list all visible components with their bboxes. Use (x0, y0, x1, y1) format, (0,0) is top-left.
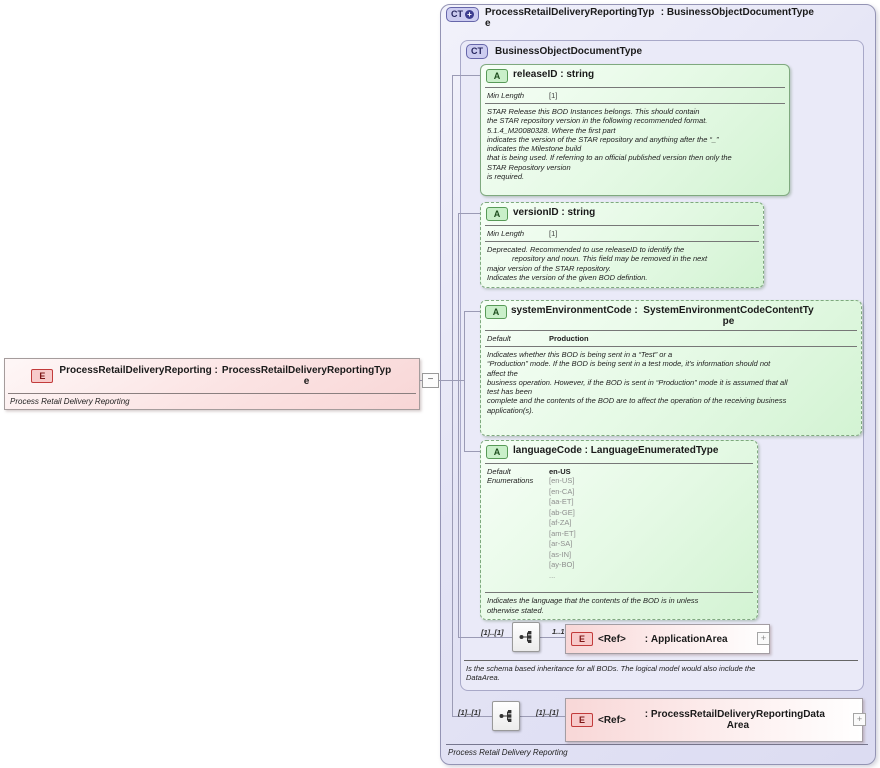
inner-type-annotation: Is the schema based inheritance for all … (466, 664, 756, 683)
connector-line (464, 311, 480, 312)
attribute-icon: A (486, 69, 508, 83)
attribute-annotation: STAR Release this BOD Instances belongs.… (487, 107, 732, 182)
element-box-process-retail-delivery-reporting[interactable]: E ProcessRetailDeliveryReportingProcessR… (4, 358, 420, 410)
facet-rows: Default en-US Enumerations [en-US] [en-C… (481, 465, 757, 583)
plus-badge-icon: + (465, 10, 474, 19)
attribute-icon: A (486, 207, 508, 221)
divider (485, 463, 753, 464)
attribute-box-version-id[interactable]: A versionIDstring Min Length [1] Depreca… (480, 202, 764, 288)
facet-row: Min Length [1] (487, 91, 558, 100)
connector-line (538, 637, 565, 638)
attribute-annotation: Indicates the language that the contents… (487, 596, 699, 615)
divider (485, 87, 785, 88)
element-ref-label: <Ref> (598, 714, 626, 726)
outer-type-base: BusinessObjectDocumentType (666, 7, 814, 18)
element-icon: E (571, 713, 593, 727)
connector-line (464, 311, 465, 451)
complex-type-derived-icon: CT + (446, 7, 479, 22)
element-icon: E (31, 368, 54, 383)
outer-type-title: ProcessRetailDeliveryReportingType Busine… (485, 7, 814, 29)
attribute-annotation: Deprecated. Recommended to use releaseID… (487, 245, 708, 282)
expand-button[interactable]: + (853, 713, 866, 726)
connector-line (452, 75, 480, 76)
connector-line (458, 213, 459, 638)
expand-button[interactable]: + (757, 632, 770, 645)
attribute-title: releaseIDstring (513, 69, 594, 80)
outer-type-name: ProcessRetailDeliveryReportingType (485, 7, 655, 29)
element-type: ProcessRetailDeliveryReportingDataArea (645, 709, 825, 731)
divider (485, 330, 857, 331)
attribute-box-language-code[interactable]: A languageCodeLanguageEnumeratedType Def… (480, 440, 758, 620)
element-box-application-area[interactable]: E <Ref> ApplicationArea (565, 624, 770, 654)
attribute-box-release-id[interactable]: A releaseIDstring Min Length [1] STAR Re… (480, 64, 790, 196)
complex-type-icon: CT (466, 44, 488, 59)
facet-row: Default Production (487, 334, 589, 343)
element-box-process-retail-delivery-reporting-data-area[interactable]: E <Ref> ProcessRetailDeliveryReportingDa… (565, 698, 863, 742)
root-element-title: ProcessRetailDeliveryReportingProcessRet… (59, 365, 392, 387)
attribute-icon: A (485, 305, 507, 319)
cardinality-label: [1]..[1] (481, 628, 504, 637)
facet-row: Min Length [1] (487, 229, 558, 238)
divider (464, 660, 858, 661)
divider (485, 592, 753, 594)
divider (485, 241, 759, 242)
divider (485, 225, 759, 226)
sequence-icon[interactable] (492, 701, 520, 731)
connector-line (458, 637, 512, 638)
schema-diagram-canvas: CT+ ProcessRetailDeliveryReportingTypeBu… (0, 0, 880, 768)
connector-line (464, 451, 480, 452)
root-element-header: E ProcessRetailDeliveryReportingProcessR… (5, 359, 419, 393)
attribute-annotation: Indicates whether this BOD is being sent… (487, 350, 788, 415)
element-type: ApplicationArea (645, 634, 728, 645)
inner-type-header: CT BusinessObjectDocumentType (466, 44, 642, 59)
attribute-title: systemEnvironmentCodeSystemEnvironmentCo… (511, 305, 816, 327)
cardinality-label: [1]..[1] (458, 708, 481, 717)
attribute-box-system-environment-code[interactable]: A systemEnvironmentCodeSystemEnvironment… (480, 300, 862, 436)
attribute-icon: A (486, 445, 508, 459)
connector-line (452, 75, 453, 717)
outer-type-annotation: Process Retail Delivery Reporting (448, 748, 568, 757)
element-ref-label: <Ref> (598, 633, 626, 645)
attribute-title: languageCodeLanguageEnumeratedType (513, 445, 718, 456)
attribute-title: versionIDstring (513, 207, 595, 218)
connector-line (458, 213, 480, 214)
collapse-button[interactable]: − (422, 373, 439, 388)
inner-type-name: BusinessObjectDocumentType (495, 46, 643, 57)
element-icon: E (571, 632, 593, 646)
root-element-annotation: Process Retail Delivery Reporting (10, 396, 130, 406)
enumeration-list: [en-US] [en-CA] [aa-ET] [ab-GE] [af-ZA] … (549, 476, 576, 580)
cardinality-label: [1]..[1] (536, 708, 559, 717)
divider (485, 103, 785, 104)
cardinality-label: 1..1 (552, 627, 565, 636)
divider (446, 744, 868, 745)
outer-type-header: CT+ ProcessRetailDeliveryReportingType Bu… (446, 7, 870, 29)
sequence-icon[interactable] (512, 622, 540, 652)
divider (485, 346, 857, 347)
